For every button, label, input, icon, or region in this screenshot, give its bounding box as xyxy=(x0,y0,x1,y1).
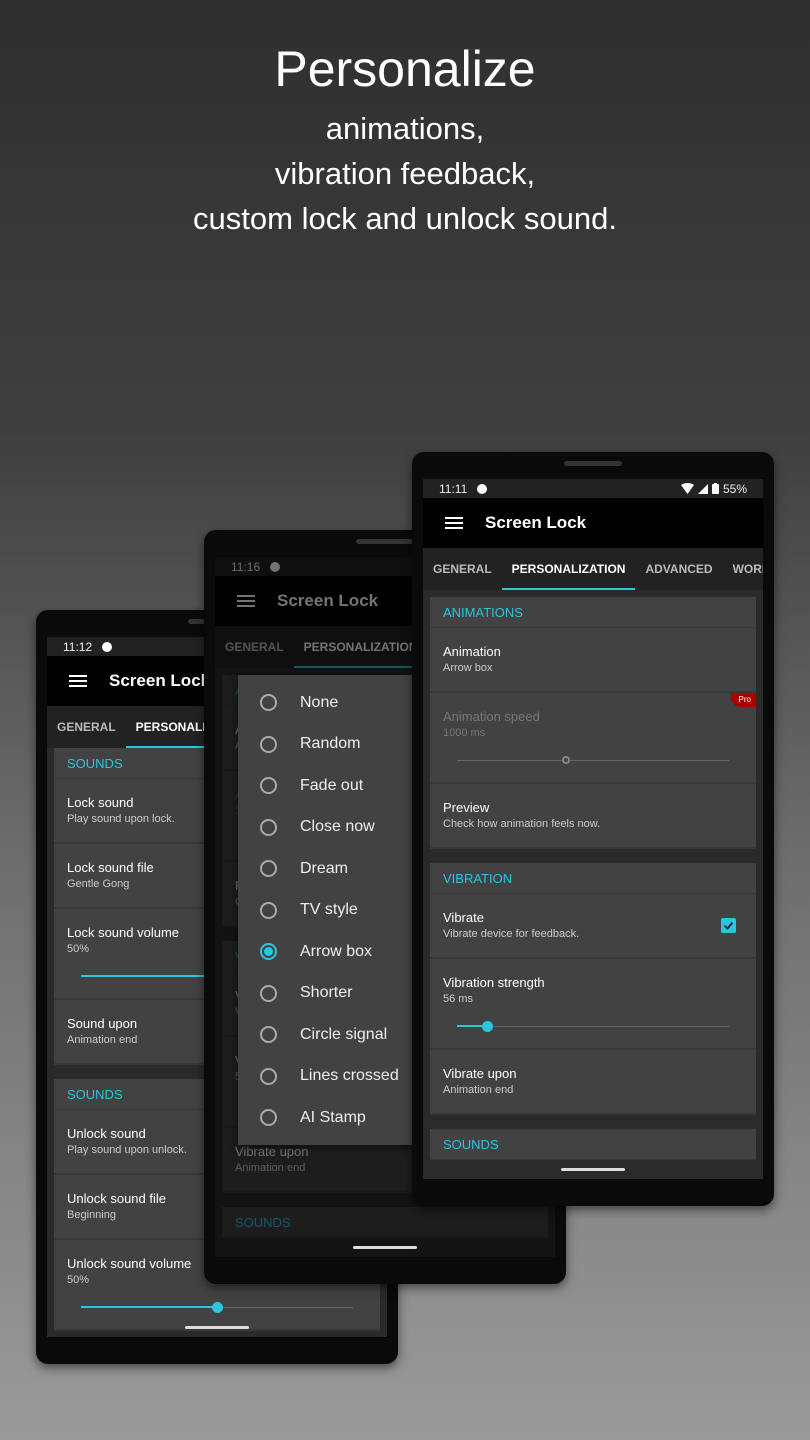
slider-fill xyxy=(81,1306,217,1308)
option-label: Shorter xyxy=(300,984,353,1002)
slider-thumb[interactable] xyxy=(481,1021,493,1032)
slider-fill xyxy=(81,975,217,977)
status-time: 11:11 xyxy=(439,481,468,496)
tab-general[interactable]: GENERAL xyxy=(423,548,502,590)
slider[interactable] xyxy=(457,756,729,764)
option-label: Dream xyxy=(300,859,349,877)
slider[interactable] xyxy=(81,1302,353,1313)
preference-title: Vibrate xyxy=(443,910,484,925)
wifi-icon xyxy=(680,483,694,494)
preference-title: Animation xyxy=(443,644,501,659)
preference-row[interactable]: Vibrate Vibrate device for feedback. xyxy=(430,894,756,959)
subtitle-line: animations, xyxy=(325,111,485,146)
tab-bar: GENERALPERSONALIZATIONADVANCEDWORKA xyxy=(423,548,763,590)
battery-percent: 55% xyxy=(722,481,747,496)
preference-card: SOUNDS xyxy=(430,1129,756,1160)
section-header: VIBRATION xyxy=(430,863,756,894)
tab-general[interactable]: GENERAL xyxy=(47,706,126,748)
tab-personalization[interactable]: PERSONALIZATION xyxy=(501,548,636,590)
option-label: Circle signal xyxy=(300,1025,388,1043)
radio-button-icon[interactable] xyxy=(260,901,277,919)
preference-card: VIBRATION Vibrate Vibrate device for feedb… xyxy=(430,863,756,1115)
app-toolbar: Screen Lock xyxy=(423,498,763,548)
preference-card: ANIMATIONSAnimationArrow boxProAnimation… xyxy=(430,597,756,849)
radio-button-icon[interactable] xyxy=(260,860,277,878)
preference-summary: Arrow box xyxy=(443,662,493,674)
status-time: 11:12 xyxy=(63,639,93,654)
app-title: Screen Lock xyxy=(485,513,587,532)
subtitle-line: vibration feedback, xyxy=(274,156,536,191)
option-label: Lines crossed xyxy=(300,1067,399,1085)
menu-button[interactable] xyxy=(423,516,485,530)
preference-summary: Animation end xyxy=(443,1084,514,1096)
check-icon xyxy=(723,921,734,930)
headline-title: Personalize xyxy=(274,41,536,97)
radio-button-icon[interactable] xyxy=(260,818,277,836)
radio-button-icon[interactable] xyxy=(260,943,277,961)
option-label: Arrow box xyxy=(300,942,373,960)
option-label: Random xyxy=(300,735,361,753)
preference-row[interactable]: Animation Arrow box xyxy=(430,628,756,693)
radio-button-icon[interactable] xyxy=(260,694,277,712)
app-title: Screen Lock xyxy=(109,671,211,690)
option-label: Close now xyxy=(300,818,375,836)
hamburger-menu-icon xyxy=(445,517,463,529)
preference-title: Vibration strength xyxy=(443,975,545,990)
settings-list: ANIMATIONSAnimationArrow boxProAnimation… xyxy=(423,590,763,1179)
preference-summary: 56 ms xyxy=(443,993,473,1005)
slider[interactable] xyxy=(457,1021,729,1032)
preference-row: Pro Animation speed 1000 ms xyxy=(430,693,756,784)
radio-button-icon[interactable] xyxy=(260,1026,277,1044)
radio-button-icon[interactable] xyxy=(260,1067,277,1085)
battery-icon xyxy=(711,483,719,494)
phone-screen: 11:11 55% Screen Lock GENERAL PERSONALIZATIO… xyxy=(423,479,763,1179)
preference-title: Preview xyxy=(443,800,490,815)
preference-row[interactable]: Vibration strength 56 ms xyxy=(430,959,756,1050)
menu-button[interactable] xyxy=(47,674,109,688)
section-header: SOUNDS xyxy=(430,1129,756,1160)
option-label: AI Stamp xyxy=(300,1108,366,1126)
preference-row[interactable]: Preview Check how animation feels now. xyxy=(430,784,756,849)
radio-button-icon[interactable] xyxy=(260,1109,277,1127)
pro-badge: Pro xyxy=(730,693,756,707)
preference-title: Animation speed xyxy=(443,709,540,724)
notification-dot-icon xyxy=(477,483,488,494)
gesture-nav-handle[interactable] xyxy=(353,1246,417,1249)
headline-subtitle: animations, vibration feedback, custom l… xyxy=(0,106,810,241)
phone-personalization: 11:11 55% Screen Lock GENERAL PERSONALIZATIO… xyxy=(412,452,774,1206)
subtitle-line: custom lock and unlock sound. xyxy=(193,201,617,236)
preference-summary: Check how animation feels now. xyxy=(443,818,601,830)
phone-speaker xyxy=(356,539,414,544)
preference-summary: Vibrate device for feedback. xyxy=(443,928,580,940)
option-label: None xyxy=(300,693,339,711)
section-header: ANIMATIONS xyxy=(430,597,756,628)
slider-thumb[interactable] xyxy=(561,756,570,764)
checkbox[interactable] xyxy=(721,918,736,933)
radio-button-icon[interactable] xyxy=(260,984,277,1002)
preference-title: Vibrate upon xyxy=(443,1066,517,1081)
phone-speaker xyxy=(564,461,622,466)
radio-button-icon[interactable] xyxy=(260,777,277,795)
gesture-nav-handle[interactable] xyxy=(185,1326,249,1329)
option-label: Fade out xyxy=(300,776,364,794)
preference-row[interactable]: Vibrate upon Animation end xyxy=(430,1050,756,1115)
preference-summary: 1000 ms xyxy=(443,727,486,739)
hamburger-menu-icon xyxy=(69,675,87,687)
signal-icon xyxy=(697,483,708,494)
option-label: TV style xyxy=(300,901,358,919)
tab-worka[interactable]: WORKA xyxy=(723,548,763,590)
radio-button-icon[interactable] xyxy=(260,735,277,753)
gesture-nav-handle[interactable] xyxy=(561,1168,625,1171)
notification-dot-icon xyxy=(102,641,113,652)
status-bar: 11:11 55% xyxy=(423,479,763,498)
tab-advanced[interactable]: ADVANCED xyxy=(635,548,722,590)
slider-thumb[interactable] xyxy=(212,1302,223,1313)
